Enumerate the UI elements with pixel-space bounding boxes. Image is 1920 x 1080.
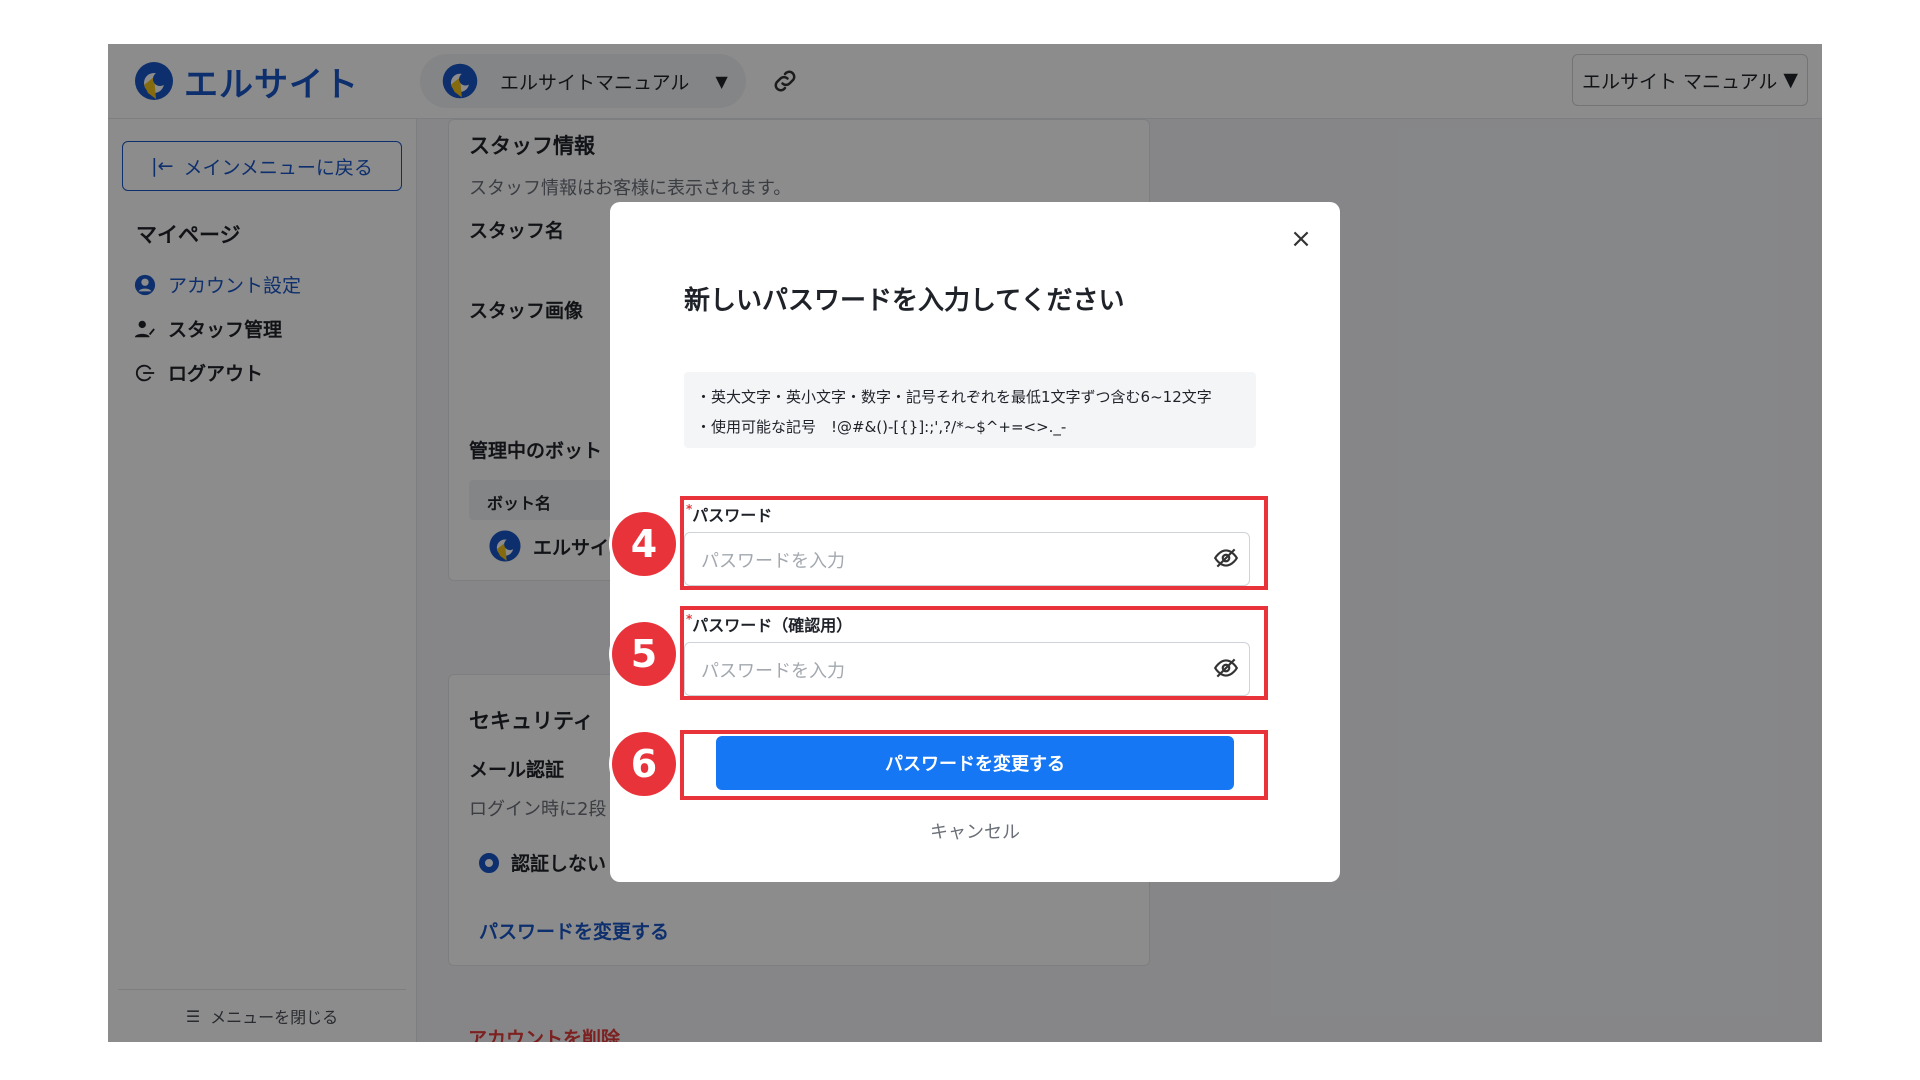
step-badge-6: 6 [612, 732, 676, 796]
highlight-box-step4 [680, 496, 1268, 590]
close-icon[interactable]: × [1286, 224, 1316, 254]
highlight-box-step6 [680, 730, 1268, 800]
rule-line: ・使用可能な記号 !@#&()-[{}]:;',?/*~$^+=<>._- [696, 418, 1067, 436]
password-rules: ・英大文字・英小文字・数字・記号それぞれを最低1文字ずつ含む6~12文字 ・使用… [684, 372, 1256, 448]
modal-title: 新しいパスワードを入力してください [684, 286, 1125, 316]
highlight-box-step5 [680, 606, 1268, 700]
cancel-button[interactable]: キャンセル [610, 818, 1340, 844]
rule-line: ・英大文字・英小文字・数字・記号それぞれを最低1文字ずつ含む6~12文字 [696, 388, 1212, 406]
step-badge-5: 5 [612, 622, 676, 686]
step-badge-4: 4 [612, 512, 676, 576]
